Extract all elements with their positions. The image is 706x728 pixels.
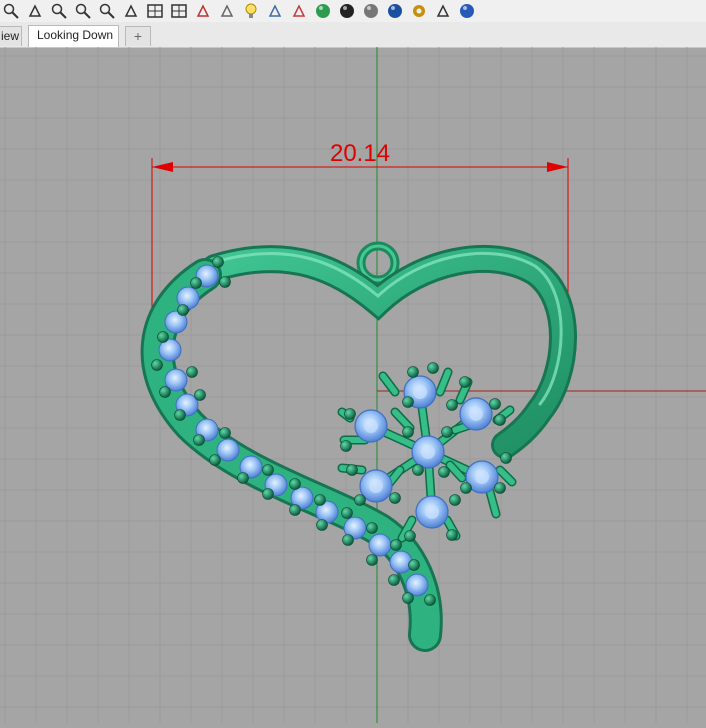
tab-view-partial[interactable]: iew xyxy=(0,26,22,46)
color-wheel-icon[interactable] xyxy=(312,1,334,21)
properties-icon[interactable] xyxy=(264,1,286,21)
zoom-dynamic-icon[interactable] xyxy=(0,1,22,21)
options-gear-icon[interactable] xyxy=(408,1,430,21)
dimension-value: 20.14 xyxy=(330,140,390,167)
shade-icon[interactable] xyxy=(216,1,238,21)
layers-icon[interactable] xyxy=(288,1,310,21)
zoom-extents-icon[interactable] xyxy=(72,1,94,21)
material-sphere-dark-icon[interactable] xyxy=(336,1,358,21)
rotate-view-icon[interactable] xyxy=(120,1,142,21)
named-views-icon[interactable] xyxy=(168,1,190,21)
four-viewports-icon[interactable] xyxy=(144,1,166,21)
help-icon[interactable] xyxy=(456,1,478,21)
add-viewport-tab-button[interactable]: + xyxy=(125,26,151,46)
viewport-tab-bar: iew Looking Down + xyxy=(0,22,706,48)
snap-icon[interactable] xyxy=(432,1,454,21)
dimension-arrow-right xyxy=(547,162,568,172)
main-toolbar xyxy=(0,0,706,23)
light-bulb-icon[interactable] xyxy=(240,1,262,21)
material-sphere-blue-icon[interactable] xyxy=(384,1,406,21)
zoom-selected-icon[interactable] xyxy=(96,1,118,21)
viewport-looking-down[interactable]: 20.14 xyxy=(0,47,706,723)
pan-icon[interactable] xyxy=(24,1,46,21)
material-sphere-gray-icon[interactable] xyxy=(360,1,382,21)
dimension-arrow-left xyxy=(152,162,173,172)
zoom-window-icon[interactable] xyxy=(48,1,70,21)
tab-looking-down[interactable]: Looking Down xyxy=(28,25,119,47)
render-icon[interactable] xyxy=(192,1,214,21)
heart-band-left xyxy=(140,258,443,652)
